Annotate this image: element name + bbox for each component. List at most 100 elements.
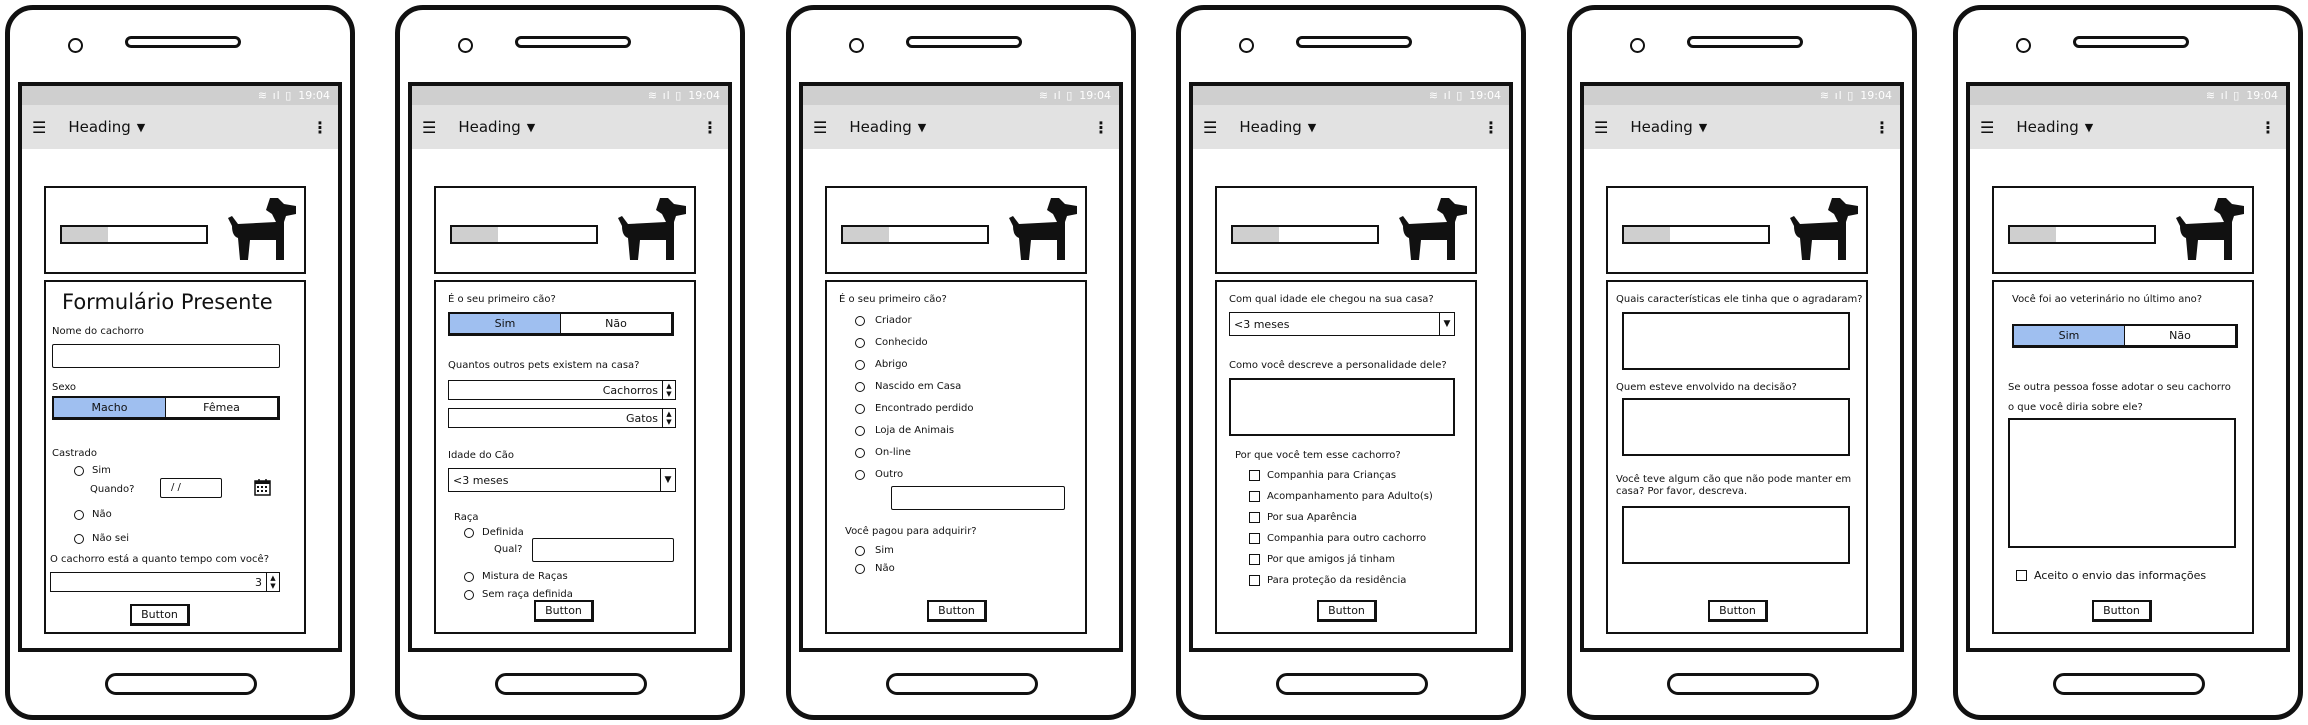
- dog-name-input[interactable]: [52, 344, 280, 368]
- reason-label-other-dog: Companhia para outro cachorro: [1267, 533, 1427, 544]
- app-bar-title[interactable]: Heading: [458, 118, 520, 136]
- chevron-down-icon[interactable]: ▼: [137, 121, 145, 134]
- hamburger-menu-icon[interactable]: ☰: [1594, 118, 1608, 137]
- more-options-icon[interactable]: ⋮: [2260, 118, 2276, 137]
- camera-icon: [1630, 38, 1645, 53]
- submit-button[interactable]: Button: [130, 604, 190, 626]
- hamburger-menu-icon[interactable]: ☰: [422, 118, 436, 137]
- origin-radio-found[interactable]: [855, 404, 865, 414]
- paid-yes-radio[interactable]: [855, 546, 865, 556]
- vet-yes[interactable]: Sim: [2014, 326, 2125, 345]
- app-bar-title[interactable]: Heading: [2016, 118, 2078, 136]
- cats-value: Gatos: [625, 411, 658, 425]
- home-button[interactable]: [1667, 673, 1819, 695]
- origin-radio-acquaintance[interactable]: [855, 338, 865, 348]
- breed-mixed-radio[interactable]: [464, 572, 474, 582]
- app-bar-title[interactable]: Heading: [849, 118, 911, 136]
- home-button[interactable]: [105, 673, 257, 695]
- camera-icon: [849, 38, 864, 53]
- stepper-arrows-icon[interactable]: ▲ ▼: [266, 573, 279, 591]
- home-button[interactable]: [495, 673, 647, 695]
- more-options-icon[interactable]: ⋮: [1483, 118, 1499, 137]
- origin-radio-breeder[interactable]: [855, 316, 865, 326]
- origin-radio-pet-store[interactable]: [855, 426, 865, 436]
- stepper-arrows-icon[interactable]: ▲ ▼: [662, 409, 675, 427]
- chevron-down-icon[interactable]: ▼: [1699, 121, 1707, 134]
- first-dog-toggle[interactable]: Sim Não: [448, 312, 674, 336]
- breed-input[interactable]: [532, 538, 674, 562]
- previous-dog-textarea[interactable]: [1622, 506, 1850, 564]
- personality-textarea[interactable]: [1229, 378, 1455, 436]
- hamburger-menu-icon[interactable]: ☰: [1980, 118, 1994, 137]
- more-options-icon[interactable]: ⋮: [312, 118, 328, 137]
- signal-battery-icon: ≋ ıl ▯: [1038, 89, 1074, 102]
- chevron-down-icon[interactable]: ▼: [660, 469, 675, 491]
- reason-checkbox-protection[interactable]: [1249, 575, 1260, 586]
- status-time: 19:04: [1079, 89, 1111, 102]
- more-options-icon[interactable]: ⋮: [1874, 118, 1890, 137]
- home-button[interactable]: [886, 673, 1038, 695]
- app-bar-title[interactable]: Heading: [1630, 118, 1692, 136]
- reason-checkbox-friends[interactable]: [1249, 554, 1260, 565]
- first-dog-label: É o seu primeiro cão?: [839, 294, 947, 305]
- vet-no[interactable]: Não: [2125, 326, 2235, 345]
- reason-checkbox-appearance[interactable]: [1249, 512, 1260, 523]
- neutered-date-input[interactable]: / /: [160, 478, 222, 498]
- paid-no-radio[interactable]: [855, 564, 865, 574]
- chevron-down-icon[interactable]: ▼: [1308, 121, 1316, 134]
- submit-button[interactable]: Button: [534, 600, 594, 622]
- decision-textarea[interactable]: [1622, 398, 1850, 456]
- neutered-yes-radio[interactable]: [74, 466, 84, 476]
- sex-option-female[interactable]: Fêmea: [166, 398, 277, 417]
- more-options-icon[interactable]: ⋮: [702, 118, 718, 137]
- chevron-down-icon[interactable]: ▼: [2085, 121, 2093, 134]
- adopt-textarea[interactable]: [2008, 418, 2236, 548]
- reason-checkbox-adults[interactable]: [1249, 491, 1260, 502]
- reason-label-children: Companhia para Crianças: [1267, 470, 1397, 481]
- home-button[interactable]: [2053, 673, 2205, 695]
- time-with-you-stepper[interactable]: 3 ▲ ▼: [50, 572, 280, 592]
- breed-defined-radio[interactable]: [464, 528, 474, 538]
- chevron-down-icon[interactable]: ▼: [1439, 313, 1454, 335]
- home-button[interactable]: [1276, 673, 1428, 695]
- origin-other-input[interactable]: [891, 486, 1065, 510]
- first-dog-yes[interactable]: Sim: [450, 314, 561, 333]
- neutered-unknown-radio[interactable]: [74, 534, 84, 544]
- stepper-arrows-icon[interactable]: ▲ ▼: [662, 381, 675, 399]
- origin-radio-online[interactable]: [855, 448, 865, 458]
- origin-radio-born-home[interactable]: [855, 382, 865, 392]
- reason-checkbox-children[interactable]: [1249, 470, 1260, 481]
- submit-button[interactable]: Button: [1317, 600, 1377, 622]
- sex-option-male[interactable]: Macho: [54, 398, 166, 417]
- consent-checkbox[interactable]: [2016, 570, 2027, 581]
- phone-2: ≋ ıl ▯ 19:04 ☰ Heading ▼ ⋮ É o seu primei…: [395, 5, 745, 720]
- first-dog-no[interactable]: Não: [561, 314, 671, 333]
- calendar-icon[interactable]: [254, 478, 271, 496]
- reason-checkbox-other-dog[interactable]: [1249, 533, 1260, 544]
- app-bar-title[interactable]: Heading: [1239, 118, 1301, 136]
- cats-stepper[interactable]: Gatos ▲ ▼: [448, 408, 676, 428]
- status-bar: ≋ ıl ▯ 19:04: [22, 86, 338, 105]
- chevron-down-icon[interactable]: ▼: [918, 121, 926, 134]
- traits-textarea[interactable]: [1622, 312, 1850, 370]
- neutered-no-radio[interactable]: [74, 510, 84, 520]
- submit-button[interactable]: Button: [2092, 600, 2152, 622]
- age-select[interactable]: <3 meses ▼: [448, 468, 676, 492]
- sex-toggle[interactable]: Macho Fêmea: [52, 396, 280, 420]
- app-bar-title[interactable]: Heading: [68, 118, 130, 136]
- chevron-down-icon[interactable]: ▼: [527, 121, 535, 134]
- age-arrived-select[interactable]: <3 meses ▼: [1229, 312, 1455, 336]
- hamburger-menu-icon[interactable]: ☰: [32, 118, 46, 137]
- hamburger-menu-icon[interactable]: ☰: [813, 118, 827, 137]
- submit-button[interactable]: Button: [1708, 600, 1768, 622]
- status-time: 19:04: [1860, 89, 1892, 102]
- breed-none-radio[interactable]: [464, 590, 474, 600]
- vet-toggle[interactable]: Sim Não: [2012, 324, 2238, 348]
- hamburger-menu-icon[interactable]: ☰: [1203, 118, 1217, 137]
- more-options-icon[interactable]: ⋮: [1093, 118, 1109, 137]
- dogs-stepper[interactable]: Cachorros ▲ ▼: [448, 380, 676, 400]
- dog-icon: [2176, 198, 2244, 260]
- origin-radio-shelter[interactable]: [855, 360, 865, 370]
- submit-button[interactable]: Button: [927, 600, 987, 622]
- origin-radio-other[interactable]: [855, 470, 865, 480]
